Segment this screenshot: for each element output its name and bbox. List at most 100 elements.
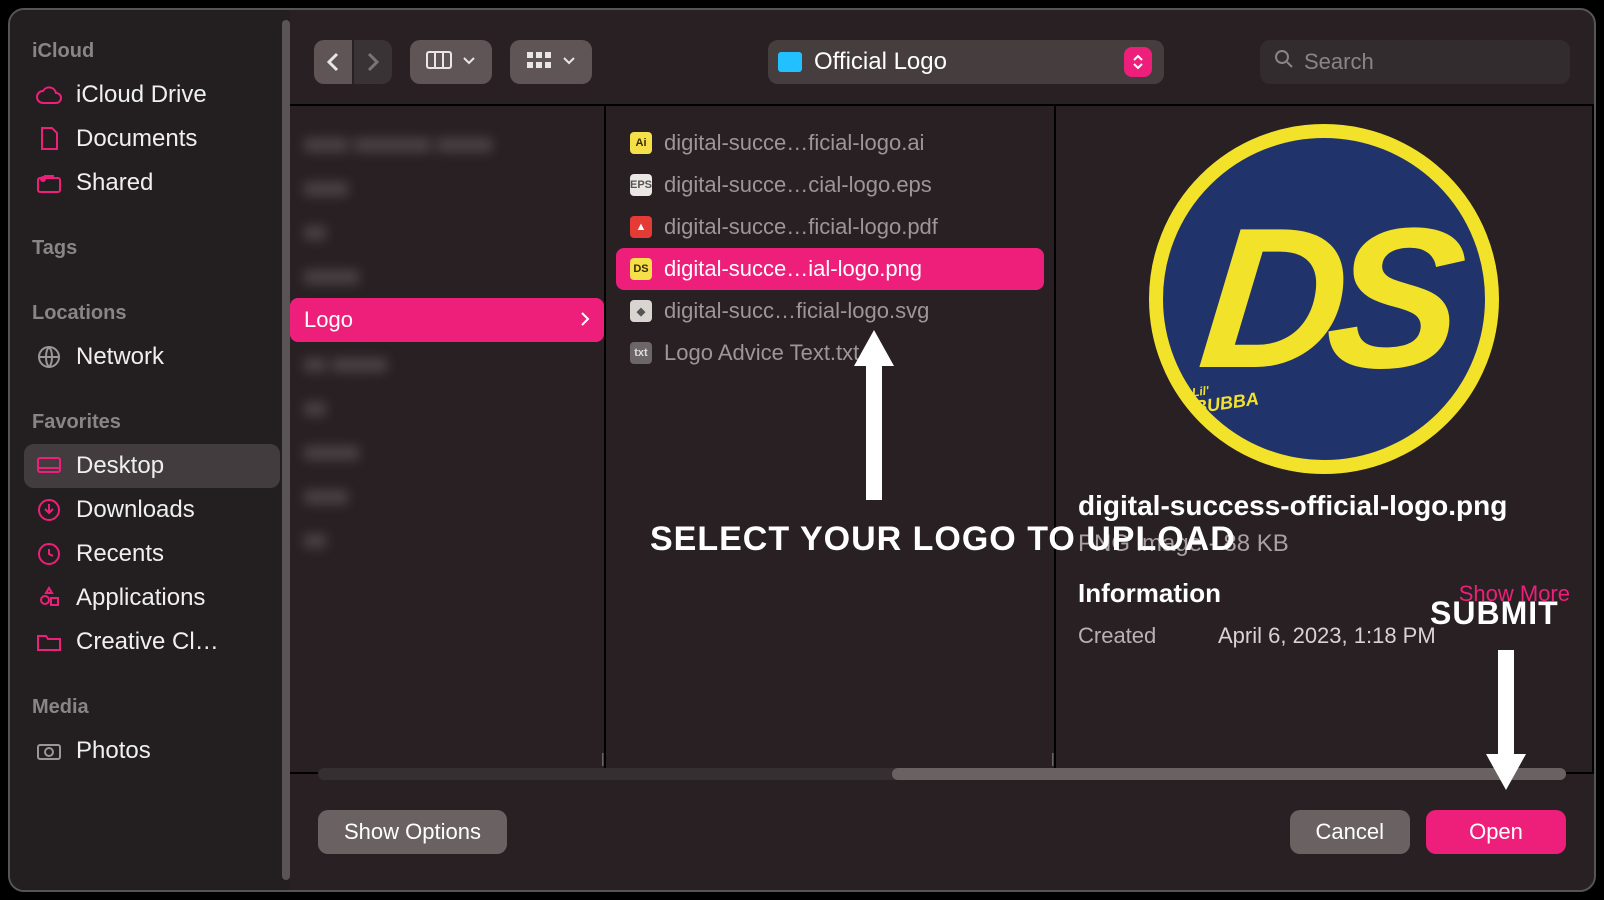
list-item[interactable]: xx <box>290 386 604 430</box>
sidebar-section-favorites: Favorites <box>24 407 280 444</box>
txt-file-icon: txt <box>630 342 652 364</box>
search-input[interactable]: Search <box>1260 40 1570 84</box>
globe-icon <box>36 344 62 370</box>
list-item[interactable]: xxxx <box>290 166 604 210</box>
grid-icon <box>526 51 552 74</box>
column-1: xxxx xxxxxxx xxxxx xxxx xx xxxxx Logo xx… <box>290 106 606 772</box>
sidebar-item-creative-cloud[interactable]: Creative Cl… <box>24 620 280 664</box>
main-panel: Official Logo Search xxxx xxxxxxx xxxxx … <box>290 10 1594 890</box>
desktop-icon <box>36 453 62 479</box>
list-item[interactable]: xxxx <box>290 474 604 518</box>
sidebar-item-photos[interactable]: Photos <box>24 729 280 773</box>
sidebar-item-label: Desktop <box>76 452 164 480</box>
sidebar-item-applications[interactable]: Applications <box>24 576 280 620</box>
svg-file-icon: ◆ <box>630 300 652 322</box>
columns-icon <box>426 51 452 74</box>
dialog-footer: Show Options Cancel Open <box>290 774 1594 890</box>
cloud-icon <box>36 82 62 108</box>
folder-icon <box>778 52 802 72</box>
sidebar-item-recents[interactable]: Recents <box>24 532 280 576</box>
sidebar-section-locations: Locations <box>24 298 280 335</box>
preview-filename: digital-success-official-logo.png <box>1078 488 1570 524</box>
sidebar-section-media: Media <box>24 692 280 729</box>
column-browser: xxxx xxxxxxx xxxxx xxxx xx xxxxx Logo xx… <box>290 106 1594 774</box>
file-open-dialog: iCloud iCloud Drive Documents Shared Tag… <box>8 8 1596 892</box>
sidebar-section-tags: Tags <box>24 233 280 270</box>
preview-info-heading: Information <box>1078 578 1221 609</box>
file-item-svg[interactable]: ◆ digital-succ…ficial-logo.svg <box>616 290 1044 332</box>
sidebar-item-label: Applications <box>76 584 205 612</box>
cancel-button[interactable]: Cancel <box>1290 810 1410 854</box>
show-options-button[interactable]: Show Options <box>318 810 507 854</box>
list-item[interactable]: xx <box>290 518 604 562</box>
list-item[interactable]: xx xxxxx <box>290 342 604 386</box>
sidebar: iCloud iCloud Drive Documents Shared Tag… <box>10 10 290 890</box>
back-button[interactable] <box>314 40 352 84</box>
annotation-select-logo: SELECT YOUR LOGO TO UPLOAD <box>650 520 1236 559</box>
open-button[interactable]: Open <box>1426 810 1566 854</box>
sidebar-scrollbar[interactable] <box>282 20 290 880</box>
sidebar-item-label: iCloud Drive <box>76 81 207 109</box>
doc-icon <box>36 126 62 152</box>
list-item[interactable]: xxxxx <box>290 254 604 298</box>
sidebar-item-label: Shared <box>76 169 153 197</box>
folder-label: Logo <box>304 307 353 333</box>
forward-button[interactable] <box>354 40 392 84</box>
file-label: digital-succe…ficial-logo.ai <box>664 130 924 156</box>
updown-icon <box>1124 47 1152 77</box>
file-label: digital-succe…ial-logo.png <box>664 256 922 282</box>
file-item-png[interactable]: DS digital-succe…ial-logo.png <box>616 248 1044 290</box>
view-mode-columns-button[interactable] <box>410 40 492 84</box>
column-resize-handle[interactable]: || <box>1051 750 1054 766</box>
file-label: digital-succ…ficial-logo.svg <box>664 298 929 324</box>
file-label: digital-succe…ficial-logo.pdf <box>664 214 938 240</box>
horizontal-scrollbar[interactable] <box>318 768 1566 780</box>
ai-file-icon: Ai <box>630 132 652 154</box>
search-icon <box>1274 49 1294 75</box>
file-item-pdf[interactable]: ▲ digital-succe…ficial-logo.pdf <box>616 206 1044 248</box>
sidebar-item-downloads[interactable]: Downloads <box>24 488 280 532</box>
sidebar-item-documents[interactable]: Documents <box>24 117 280 161</box>
chevron-down-icon <box>462 53 476 71</box>
path-label: Official Logo <box>814 48 947 76</box>
column-resize-handle[interactable]: || <box>601 750 604 766</box>
sidebar-item-label: Network <box>76 343 164 371</box>
path-dropdown[interactable]: Official Logo <box>768 40 1164 84</box>
list-item[interactable]: xxxx xxxxxxx xxxxx <box>290 122 604 166</box>
created-label: Created <box>1078 623 1218 649</box>
arrow-down-icon <box>1482 650 1530 790</box>
camera-icon <box>36 738 62 764</box>
sidebar-item-label: Recents <box>76 540 164 568</box>
download-icon <box>36 497 62 523</box>
sidebar-item-label: Documents <box>76 125 197 153</box>
apps-icon <box>36 585 62 611</box>
sidebar-item-network[interactable]: Network <box>24 335 280 379</box>
pdf-file-icon: ▲ <box>630 216 652 238</box>
arrow-up-icon <box>850 330 898 500</box>
file-label: digital-succe…cial-logo.eps <box>664 172 932 198</box>
chevron-right-icon <box>580 307 590 333</box>
chevron-down-icon <box>562 53 576 71</box>
png-file-icon: DS <box>630 258 652 280</box>
file-item-txt[interactable]: txt Logo Advice Text.txt <box>616 332 1044 374</box>
annotation-submit: SUBMIT <box>1430 595 1559 632</box>
folder-icon <box>36 629 62 655</box>
sidebar-section-icloud: iCloud <box>24 36 280 73</box>
shared-icon <box>36 170 62 196</box>
sidebar-item-desktop[interactable]: Desktop <box>24 444 280 488</box>
list-item[interactable]: xxxxx <box>290 430 604 474</box>
group-by-button[interactable] <box>510 40 592 84</box>
list-item-logo[interactable]: Logo <box>290 298 604 342</box>
file-item-ai[interactable]: Ai digital-succe…ficial-logo.ai <box>616 122 1044 164</box>
sidebar-item-icloud-drive[interactable]: iCloud Drive <box>24 73 280 117</box>
sidebar-item-label: Downloads <box>76 496 195 524</box>
column-2: Ai digital-succe…ficial-logo.ai EPS digita… <box>606 106 1056 772</box>
list-item[interactable]: xx <box>290 210 604 254</box>
preview-image: DS Lil'BUBBA <box>1149 124 1499 474</box>
eps-file-icon: EPS <box>630 174 652 196</box>
file-item-eps[interactable]: EPS digital-succe…cial-logo.eps <box>616 164 1044 206</box>
file-label: Logo Advice Text.txt <box>664 340 859 366</box>
sidebar-item-shared[interactable]: Shared <box>24 161 280 205</box>
clock-icon <box>36 541 62 567</box>
sidebar-item-label: Photos <box>76 737 151 765</box>
